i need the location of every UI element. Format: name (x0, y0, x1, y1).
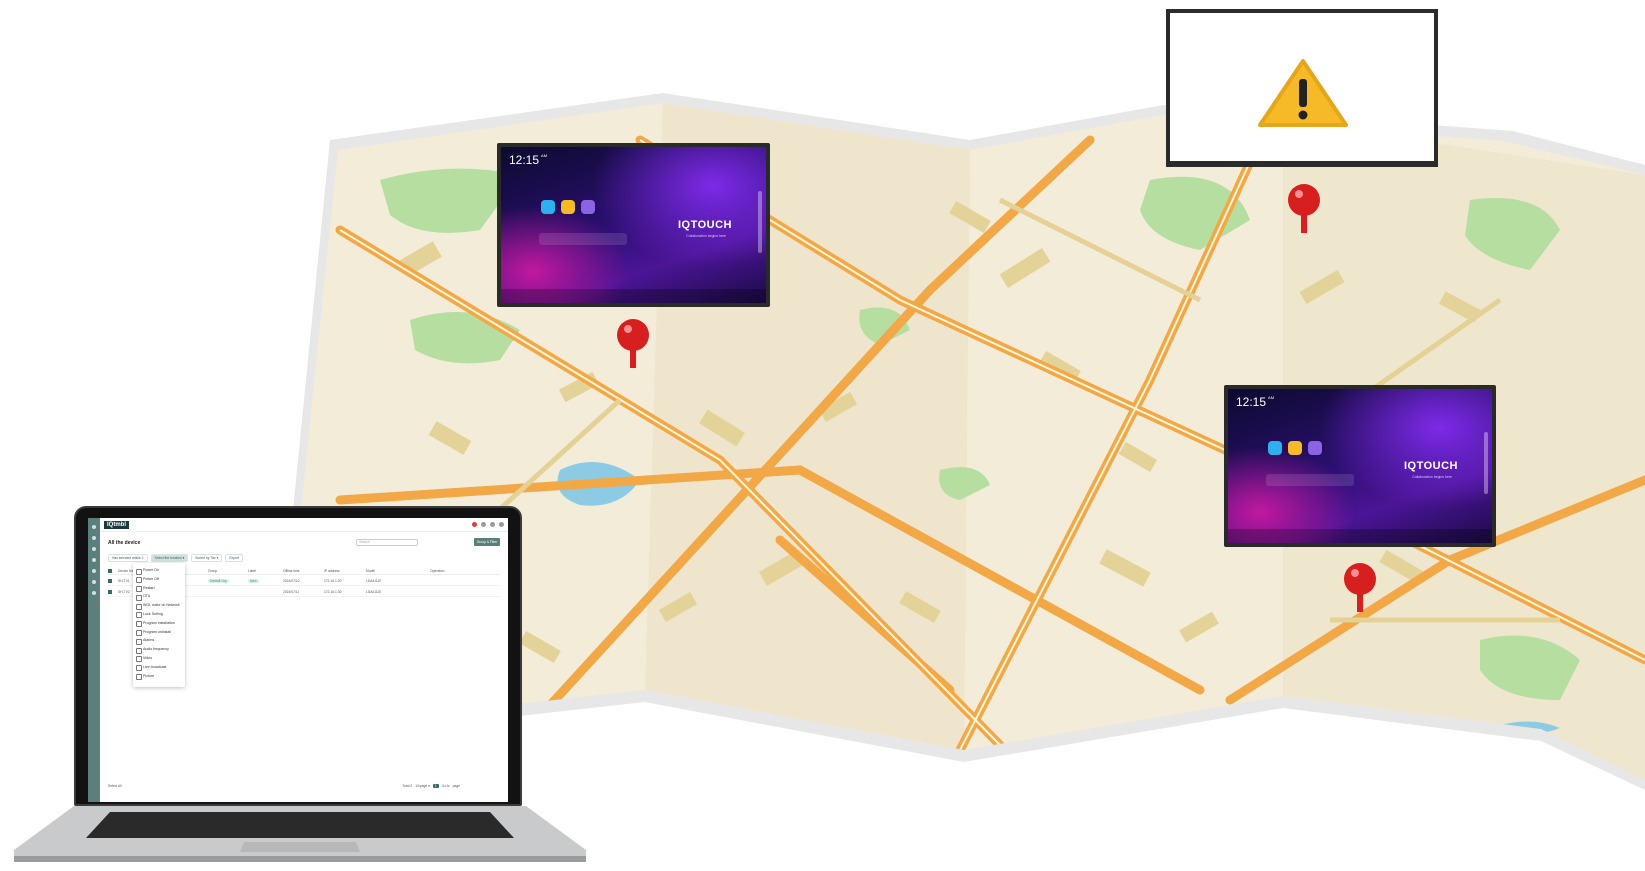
location-pin-icon (1344, 563, 1376, 612)
col-model: Model (366, 569, 375, 573)
col-ip: IP address (324, 569, 340, 573)
display-panel-2: 12:15 AM IQTOUCH Collaboration begins her… (1224, 385, 1496, 547)
select-all[interactable]: Select All (108, 784, 122, 788)
menu-item-wol[interactable]: WOL wake on Network (133, 601, 185, 610)
clock-ampm: AM (541, 153, 548, 158)
menu-item-program-install[interactable]: Program installation (133, 619, 185, 628)
settings-icon[interactable] (490, 522, 495, 527)
table-footer: Select All Total 2 10/page ▾ 1 Go to pag… (108, 784, 500, 792)
laptop-keyboard-base (14, 806, 586, 862)
col-offline: Offline time (283, 569, 300, 573)
nav-rail[interactable] (88, 518, 100, 802)
cell-offline: 2024/07/10 (283, 579, 300, 583)
menu-item-power-on[interactable]: Power On (133, 566, 185, 575)
brand-logo: IQTOUCH (1403, 459, 1458, 472)
brand-logo: IQTOUCH (677, 218, 732, 231)
cell-name: SH-TV2 (118, 590, 130, 594)
app-row (1268, 441, 1322, 456)
page-title: All the device (108, 540, 141, 546)
menu-item-program-uninstall[interactable]: Program uninstall (133, 628, 185, 637)
app-row (541, 200, 595, 215)
laptop: IQtmbl All the device Search Group & Fil… (0, 500, 600, 871)
dock (539, 232, 627, 245)
app-logo: IQtmbl (104, 521, 129, 529)
col-label: Label (248, 569, 257, 573)
top-bar: IQtmbl (100, 518, 508, 532)
goto-label: Go to (441, 784, 450, 788)
warning-icon (1258, 59, 1348, 127)
cell-ip: 172.16.1.30 (324, 590, 342, 594)
cell-name: SH-TV1 (118, 579, 130, 583)
menu-item-video[interactable]: Video (133, 654, 185, 663)
selected-count: Has selected article 2 (108, 554, 148, 562)
menu-item-picture[interactable]: Picture (133, 672, 185, 681)
cell-label: New (248, 579, 259, 583)
page-size-select[interactable]: 10/page ▾ (415, 784, 430, 788)
clock-time: 12:15 (509, 153, 540, 167)
dock (1266, 473, 1354, 486)
cell-model: LDA4111E (366, 590, 382, 594)
total-count: Total 2 (402, 784, 413, 788)
export-button[interactable]: Export (225, 554, 243, 562)
col-group: Group (208, 569, 218, 573)
page-label: page (452, 784, 460, 788)
col-operation: Operation (430, 569, 445, 573)
scene: 12:15 AM IQTOUCH Collaboration begins her… (0, 0, 1645, 871)
display-panel-alert (1166, 9, 1438, 167)
sort-select[interactable]: Sorted by Tier ▾ (191, 554, 223, 562)
alert-icon[interactable] (472, 522, 477, 527)
cell-group: Default Grp (208, 579, 229, 583)
cell-offline: 2024/07/11 (283, 590, 300, 594)
menu-item-alarms[interactable]: Alarms (133, 636, 185, 645)
function-dropdown-menu: Power On Power Off Restart OTA WOL wake … (133, 563, 185, 687)
pagination: Total 2 10/page ▾ 1 Go to page (403, 784, 460, 788)
user-icon[interactable] (481, 522, 486, 527)
group-filter-button[interactable]: Group & Filter (474, 538, 500, 546)
menu-item-live-broadcast[interactable]: Live broadcast (133, 663, 185, 672)
brand-tagline: Collaboration begins here (1412, 475, 1452, 480)
cell-model: LDA4111E (366, 579, 382, 583)
clock-time: 12:15 (1236, 395, 1267, 409)
display-panel-1: 12:15 AM IQTOUCH Collaboration begins her… (497, 143, 770, 307)
menu-item-power-off[interactable]: Power Off (133, 575, 185, 584)
filter-bar: Has selected article 2 Select the functi… (108, 554, 243, 562)
location-pin-icon (1288, 184, 1320, 233)
brand-tagline: Collaboration begins here (686, 234, 726, 239)
device-management-screen: IQtmbl All the device Search Group & Fil… (88, 518, 508, 802)
menu-item-ota[interactable]: OTA (133, 592, 185, 601)
clock-ampm: AM (1268, 395, 1275, 400)
cell-ip: 172.16.1.20 (324, 579, 342, 583)
search-input[interactable]: Search (356, 539, 418, 546)
menu-item-lock-setting[interactable]: Lock Setting (133, 610, 185, 619)
menu-item-audio[interactable]: Audio frequency (133, 645, 185, 654)
current-page[interactable]: 1 (432, 784, 439, 788)
function-select[interactable]: Select the function ▾ (150, 554, 189, 562)
menu-item-restart[interactable]: Restart (133, 584, 185, 593)
location-pin-icon (617, 319, 649, 368)
col-device: Device Na (118, 569, 134, 573)
menu-icon[interactable] (499, 522, 504, 527)
